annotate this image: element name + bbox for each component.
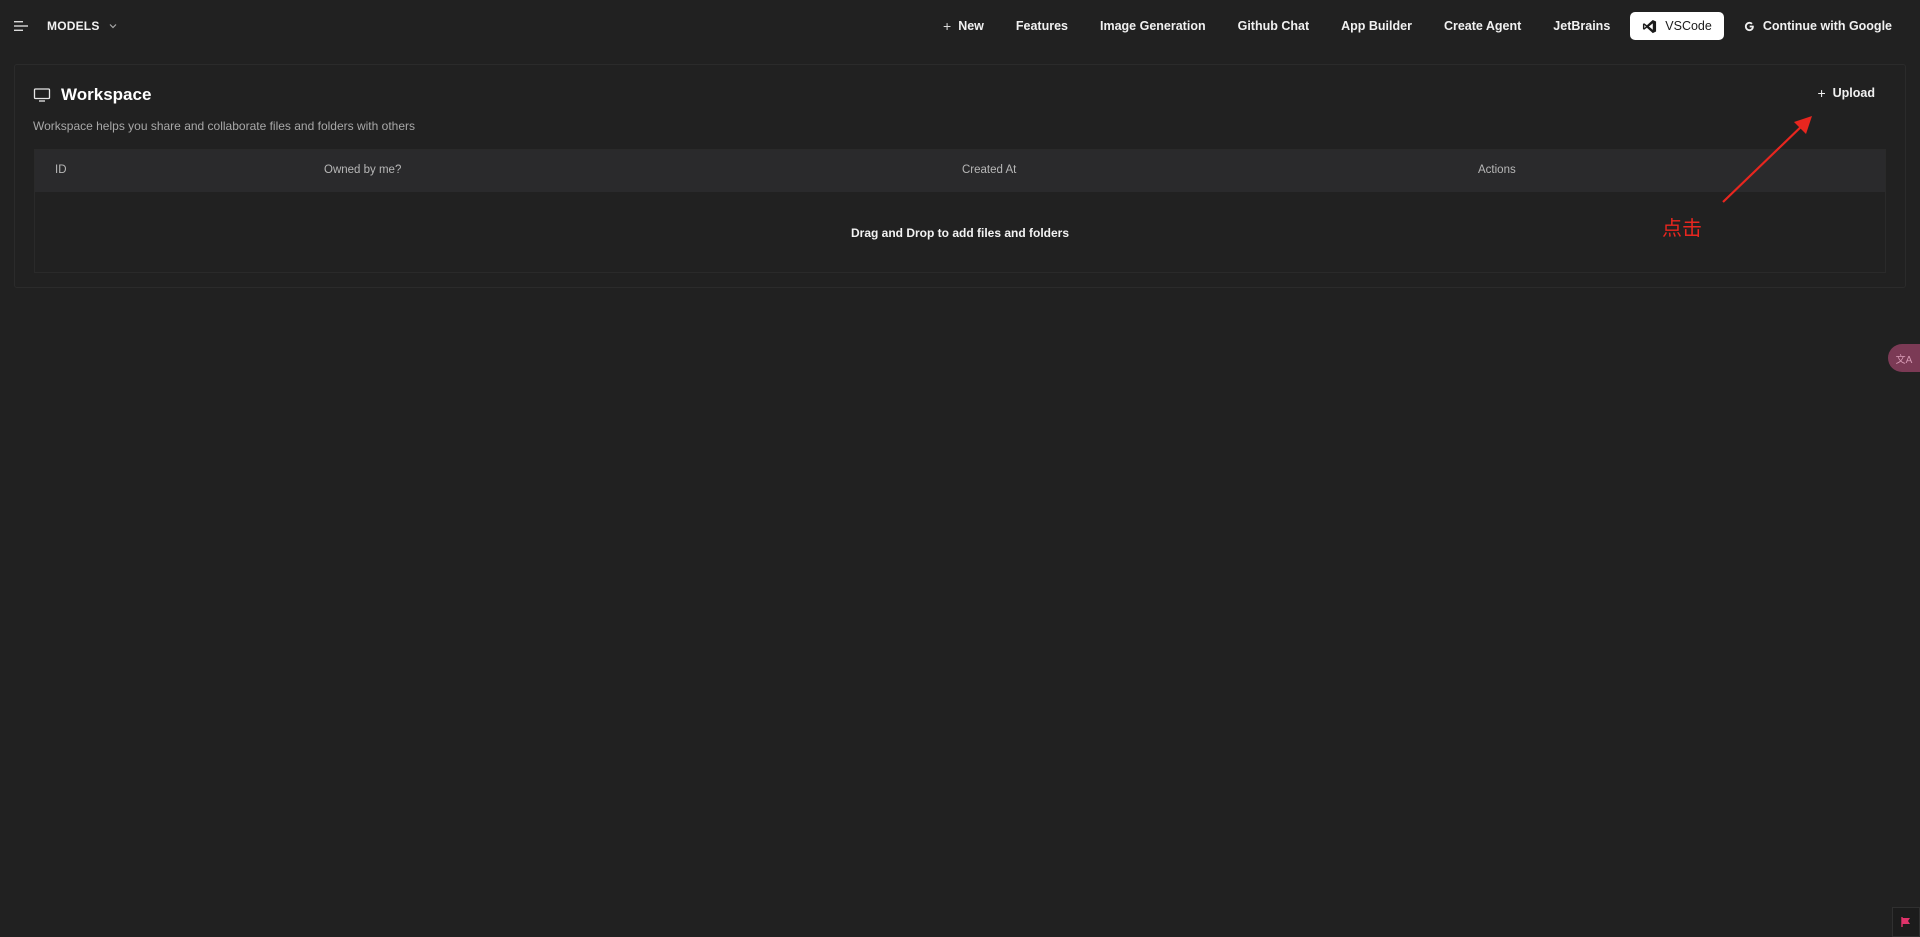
nav-github-chat[interactable]: Github Chat <box>1222 12 1326 40</box>
new-button[interactable]: + New <box>927 12 1000 40</box>
nav-image-generation[interactable]: Image Generation <box>1084 12 1222 40</box>
column-header-actions: Actions <box>1478 164 1516 176</box>
nav-image-generation-label: Image Generation <box>1100 19 1206 33</box>
upload-button[interactable]: + Upload <box>1817 85 1875 101</box>
nav-jetbrains-label: JetBrains <box>1553 19 1611 33</box>
upload-label: Upload <box>1832 86 1875 100</box>
column-header-id: ID <box>55 164 67 176</box>
translate-icon: 文A <box>1895 354 1913 366</box>
page-title: Workspace <box>61 85 152 104</box>
google-label: Continue with Google <box>1762 19 1892 33</box>
new-label: New <box>958 19 984 33</box>
models-dropdown[interactable]: MODELS <box>47 15 118 37</box>
column-header-owned: Owned by me? <box>324 164 402 176</box>
drop-zone-message: Drag and Drop to add files and folders <box>850 226 1070 240</box>
files-table: ID Owned by me? Created At Actions Drag … <box>34 149 1886 273</box>
nav-features-label: Features <box>1015 19 1068 33</box>
vscode-button[interactable]: VSCode <box>1630 12 1724 40</box>
nav-jetbrains[interactable]: JetBrains <box>1537 12 1626 40</box>
nav-create-agent[interactable]: Create Agent <box>1428 12 1537 40</box>
nav-app-builder[interactable]: App Builder <box>1325 12 1428 40</box>
annotation-arrow <box>1722 116 1812 203</box>
google-icon <box>1744 21 1754 31</box>
continue-with-google-button[interactable]: Continue with Google <box>1728 12 1908 40</box>
vscode-icon <box>1643 19 1657 33</box>
feedback-button[interactable] <box>1892 907 1920 937</box>
nav-github-chat-label: Github Chat <box>1237 19 1310 33</box>
vscode-label: VSCode <box>1665 19 1712 33</box>
annotation-label: 点击 <box>1662 216 1702 240</box>
nav-app-builder-label: App Builder <box>1341 19 1412 33</box>
drop-zone[interactable]: Drag and Drop to add files and folders <box>35 192 1885 274</box>
table-header: ID Owned by me? Created At Actions <box>35 150 1885 192</box>
top-bar: MODELS + New Features Image Generation G… <box>0 0 1920 52</box>
chevron-down-icon <box>109 24 116 29</box>
workspace-header: Workspace <box>33 85 151 105</box>
plus-icon: + <box>1817 85 1826 101</box>
column-header-created-at: Created At <box>962 164 1017 176</box>
flag-icon <box>1901 917 1910 927</box>
translate-button[interactable]: 文A <box>1888 344 1920 372</box>
workspace-panel: Workspace Workspace helps you share and … <box>14 64 1906 288</box>
menu-icon[interactable] <box>12 17 30 35</box>
top-nav: + New Features Image Generation Github C… <box>927 12 1908 40</box>
plus-icon: + <box>943 18 952 34</box>
monitor-icon <box>33 88 51 102</box>
nav-features[interactable]: Features <box>1000 12 1084 40</box>
nav-create-agent-label: Create Agent <box>1443 19 1522 33</box>
workspace-description: Workspace helps you share and collaborat… <box>33 119 415 133</box>
models-label: MODELS <box>47 19 100 33</box>
